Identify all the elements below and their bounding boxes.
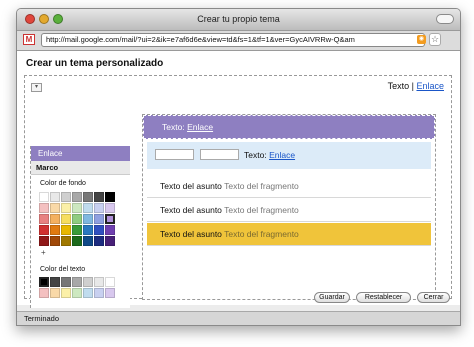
row-fragment: Texto del fragmento — [224, 205, 299, 215]
color-swatch[interactable] — [61, 236, 71, 246]
color-swatch[interactable] — [83, 277, 93, 287]
save-button[interactable]: Guardar — [314, 292, 350, 303]
preview-row-selected[interactable]: Texto del asunto Texto del fragmento — [147, 223, 431, 246]
color-swatch[interactable] — [94, 288, 104, 298]
color-swatch[interactable] — [72, 277, 82, 287]
top-separator: | — [411, 81, 414, 91]
preview-row[interactable]: Texto del asunto Texto del fragmento — [147, 199, 431, 222]
color-swatch[interactable] — [50, 214, 60, 224]
top-link[interactable]: Enlace — [416, 81, 444, 91]
color-swatch[interactable] — [39, 277, 49, 287]
color-swatch[interactable] — [105, 192, 115, 202]
color-swatch[interactable] — [50, 236, 60, 246]
color-swatch[interactable] — [83, 203, 93, 213]
color-swatch[interactable] — [94, 277, 104, 287]
color-swatch[interactable] — [39, 214, 49, 224]
reset-button[interactable]: Restablecer — [356, 292, 411, 303]
address-bar: M http://mail.google.com/mail/?ui=2&ik=e… — [17, 31, 460, 51]
close-button[interactable]: Cerrar — [417, 292, 450, 303]
color-swatch[interactable] — [72, 236, 82, 246]
popup-content: Crear un tema personalizado ▾ Texto | En… — [17, 51, 460, 308]
color-swatch[interactable] — [61, 225, 71, 235]
color-swatch[interactable] — [61, 288, 71, 298]
status-bar: Terminado — [17, 311, 460, 325]
text-color-label: Color del texto — [40, 266, 86, 273]
preview-input-2[interactable] — [200, 149, 239, 160]
color-swatch[interactable] — [83, 192, 93, 202]
color-swatch[interactable] — [105, 225, 115, 235]
url-field[interactable]: http://mail.google.com/mail/?ui=2&ik=e7a… — [41, 33, 425, 47]
preview-header-link[interactable]: Enlace — [187, 122, 213, 132]
row-fragment: Texto del fragmento — [224, 181, 299, 191]
color-swatch[interactable] — [39, 225, 49, 235]
preview-row[interactable]: Texto del asunto Texto del fragmento — [147, 175, 431, 198]
color-swatch[interactable] — [50, 192, 60, 202]
color-swatch[interactable] — [61, 214, 71, 224]
toolbar-toggle-button[interactable] — [436, 14, 454, 24]
top-text-sample: Texto | Enlace — [388, 81, 444, 91]
preview-toolbar-text: Texto: — [244, 150, 267, 160]
color-swatch[interactable] — [83, 288, 93, 298]
preview-toolbar-label: Texto: Enlace — [244, 150, 295, 160]
color-swatch[interactable] — [83, 236, 93, 246]
color-swatch[interactable] — [72, 225, 82, 235]
preview-header-text: Texto: — [162, 122, 185, 132]
row-subject: Texto del asunto — [160, 181, 222, 191]
theme-preview: Texto: Enlace Texto: Enlace Texto del as… — [142, 114, 436, 300]
color-swatch[interactable] — [39, 203, 49, 213]
color-swatch[interactable] — [39, 192, 49, 202]
color-swatch[interactable] — [83, 214, 93, 224]
color-swatch[interactable] — [72, 203, 82, 213]
color-swatch[interactable] — [72, 214, 82, 224]
dropdown-toggle-button[interactable]: ▾ — [31, 83, 42, 92]
color-swatch[interactable] — [105, 288, 115, 298]
page-title: Crear un tema personalizado — [26, 58, 164, 69]
preview-header[interactable]: Texto: Enlace — [143, 115, 435, 139]
row-subject: Texto del asunto — [160, 229, 222, 239]
color-swatch[interactable] — [39, 236, 49, 246]
color-swatch[interactable] — [94, 236, 104, 246]
color-swatch[interactable] — [105, 236, 115, 246]
color-swatch[interactable] — [94, 225, 104, 235]
color-swatch[interactable] — [50, 225, 60, 235]
row-subject: Texto del asunto — [160, 205, 222, 215]
color-swatch[interactable] — [50, 203, 60, 213]
bg-color-label: Color de fondo — [40, 180, 86, 187]
color-swatch[interactable] — [61, 203, 71, 213]
color-swatch[interactable] — [72, 288, 82, 298]
panel-header: Enlace — [31, 146, 130, 161]
row-fragment: Texto del fragmento — [224, 229, 299, 239]
rss-icon[interactable]: ◉ — [417, 35, 426, 44]
panel-section-title: Marco — [31, 161, 130, 175]
color-swatch[interactable] — [61, 192, 71, 202]
add-color-button[interactable]: + — [41, 248, 46, 257]
preview-toolbar[interactable]: Texto: Enlace — [147, 142, 431, 169]
window-title: Crear tu propio tema — [197, 14, 280, 24]
color-swatch[interactable] — [94, 203, 104, 213]
gmail-favicon-icon: M — [23, 34, 35, 45]
color-swatch[interactable] — [39, 288, 49, 298]
color-swatch[interactable] — [72, 192, 82, 202]
color-swatch[interactable] — [105, 277, 115, 287]
title-bar: Crear tu propio tema — [17, 9, 460, 31]
color-swatch[interactable] — [94, 214, 104, 224]
google-search-icon[interactable]: ☆ — [429, 33, 441, 46]
preview-input-1[interactable] — [155, 149, 194, 160]
color-picker-panel: Enlace Marco Color de fondo + Color del … — [30, 146, 130, 308]
color-swatch[interactable] — [61, 277, 71, 287]
preview-toolbar-link[interactable]: Enlace — [269, 150, 295, 160]
color-swatch[interactable] — [83, 225, 93, 235]
top-text: Texto — [387, 81, 410, 91]
color-swatch[interactable] — [50, 277, 60, 287]
browser-window: Crear tu propio tema M http://mail.googl… — [16, 8, 461, 326]
color-swatch[interactable] — [94, 192, 104, 202]
text-color-palette — [39, 277, 115, 298]
color-swatch[interactable] — [105, 203, 115, 213]
bg-color-palette — [39, 192, 115, 246]
color-swatch[interactable] — [105, 214, 115, 224]
color-swatch[interactable] — [50, 288, 60, 298]
